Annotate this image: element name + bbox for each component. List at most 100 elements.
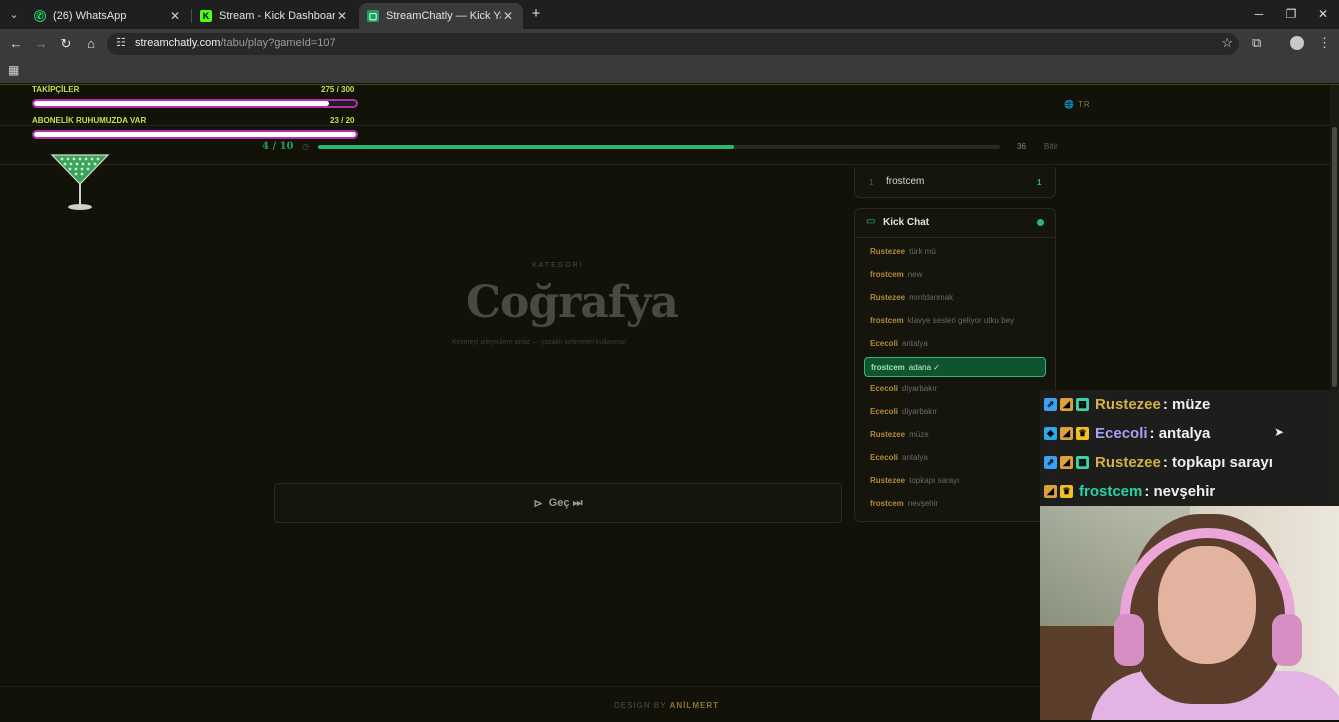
bookmarks-bar: ▦ (0, 59, 1339, 83)
tab-streamchatly[interactable]: ▢ StreamChatly — Kick Yayıncılar ✕ (359, 3, 523, 29)
language-code: TR (1078, 100, 1091, 109)
chat-username[interactable]: frostcem (871, 363, 905, 372)
followers-goal-fill (34, 101, 330, 106)
moderator-badge-icon: ⇗ (1044, 397, 1057, 411)
tab-kick-dashboard[interactable]: K Stream - Kick Dashboard ✕ (192, 3, 357, 29)
chat-username[interactable]: Rustezee (870, 430, 905, 439)
chat-username[interactable]: Ececoli (870, 407, 898, 416)
chat-message: Ececoli antalya (864, 334, 1046, 354)
subs-goal-label: ABONELİK RUHUMUZDA VAR (32, 116, 147, 125)
chat-username[interactable]: Ececoli (870, 339, 898, 348)
tab-title: (26) WhatsApp (53, 10, 127, 22)
restore-icon[interactable]: ❐ (1276, 4, 1306, 24)
chat-username[interactable]: frostcem (870, 316, 904, 325)
chat-message: Rustezee müze (864, 425, 1046, 445)
webcam-headset-cup-left (1114, 614, 1144, 666)
chat-username[interactable]: Rustezee (870, 476, 905, 485)
followers-goal-label: TAKİPÇİLER (32, 85, 80, 94)
site-settings-icon[interactable]: ☷ (116, 36, 126, 49)
overlay-chat-message: ⇗ ◢ ▦ Rustezee: topkapı sarayı (1044, 449, 1273, 475)
url-path: /tabu/play?gameId=107 (220, 37, 336, 49)
stream-overlay-chat: ⇗ ◢ ▦ Rustezee: müze ◆ ◢ ♛ Ececoli: antalya ⇗ ◢ ▦ R… (1040, 390, 1339, 506)
close-tab-icon[interactable]: ✕ (168, 9, 182, 23)
chat-username[interactable]: Rustezee (870, 293, 905, 302)
live-status-dot (1037, 219, 1044, 226)
skip-button[interactable]: ⊳ Geç ⏭ (274, 483, 842, 523)
chat-text: türk mü (909, 247, 936, 256)
subs-goal-bar (32, 130, 358, 139)
browser-menu-icon[interactable]: ⋮ (1318, 35, 1331, 51)
footer-author[interactable]: ANİLMERT (670, 701, 719, 710)
overlay-chat-username: frostcem (1079, 482, 1143, 500)
chat-message: Ececoli diyarbakır (864, 379, 1046, 399)
overlay-chat-message: ◢ ♛ frostcem: nevşehir (1044, 478, 1215, 504)
chat-username[interactable]: Rustezee (870, 247, 905, 256)
chat-message: Rustezee topkapı sarayı (864, 471, 1046, 491)
bookmark-star-icon[interactable]: ☆ (1221, 35, 1233, 51)
finish-button[interactable]: Bitir (1044, 142, 1058, 151)
tab-whatsapp[interactable]: ✆ (26) WhatsApp ✕ (26, 3, 190, 29)
chat-username[interactable]: Ececoli (870, 453, 898, 462)
close-window-icon[interactable]: ✕ (1308, 4, 1338, 24)
tab-title: Stream - Kick Dashboard (219, 10, 335, 22)
overlay-chat-text: : antalya (1149, 424, 1211, 442)
scrollbar-thumb[interactable] (1332, 127, 1337, 387)
chat-text: adana ✓ (908, 362, 940, 372)
chat-text: new (907, 269, 923, 279)
chat-text: diyarbakır (902, 384, 938, 394)
address-bar[interactable]: ☷ streamchatly.com/tabu/play?gameId=107 … (107, 33, 1239, 55)
streamchatly-icon: ▢ (367, 10, 379, 22)
crown-badge-icon: ♛ (1076, 426, 1089, 440)
timer-value: 36 (1017, 142, 1026, 151)
leaderboard-score: 1 (1037, 178, 1042, 187)
leaderboard-rank: 1 (869, 178, 874, 187)
followers-goal: TAKİPÇİLER 275 / 300 (32, 85, 360, 113)
chat-text: topkapı sarayı (909, 476, 960, 485)
chat-username[interactable]: frostcem (870, 499, 904, 508)
footer-credit: DESIGN BY ANİLMERT (614, 701, 719, 710)
sub-badge-icon: ◢ (1060, 426, 1073, 440)
chat-text: antalya (902, 453, 928, 463)
category-label: KATEGORİ (532, 262, 584, 269)
leaderboard-row: 1 frostcem 1 (854, 167, 1056, 198)
apps-grid-icon[interactable]: ▦ (8, 63, 19, 77)
supporter-badge-icon: ▦ (1076, 455, 1089, 469)
sub-badge-icon: ◢ (1060, 455, 1073, 469)
overlay-chat-text: : topkapı sarayı (1162, 453, 1273, 471)
overlay-chat-text: : müze (1162, 395, 1211, 413)
minimize-icon[interactable]: ─ (1244, 4, 1274, 24)
url-text: streamchatly.com/tabu/play?gameId=107 (135, 37, 336, 49)
back-arrow-icon[interactable]: ← (7, 35, 25, 53)
overlay-chat-username: Ececoli (1095, 424, 1148, 442)
home-icon[interactable]: ⌂ (82, 35, 100, 53)
reload-icon[interactable]: ↻ (57, 35, 75, 53)
mouse-cursor-icon: ➤ (1274, 425, 1285, 439)
extensions-puzzle-icon[interactable]: ⧉ (1252, 35, 1261, 51)
close-tab-icon[interactable]: ✕ (501, 9, 515, 23)
followers-goal-value: 275 / 300 (321, 85, 355, 94)
category-title: Coğrafya (466, 277, 679, 328)
chat-text: müze (909, 430, 929, 440)
close-tab-icon[interactable]: ✕ (335, 9, 349, 23)
profile-avatar[interactable] (1290, 36, 1304, 50)
browser-toolbar: ← → ↻ ⌂ ☷ streamchatly.com/tabu/play?gam… (0, 29, 1339, 59)
streamer-webcam (1040, 506, 1339, 720)
forward-arrow-icon[interactable]: → (32, 35, 50, 53)
chat-message: Ececoli antalya (864, 448, 1046, 468)
webcam-headset-cup-right (1272, 614, 1302, 666)
chat-username[interactable]: Ececoli (870, 384, 898, 393)
followers-goal-bar (32, 99, 358, 108)
chat-username[interactable]: frostcem (870, 270, 904, 279)
chat-text: antalya (902, 338, 928, 348)
kick-icon: K (200, 10, 212, 22)
moderator-badge-icon: ⇗ (1044, 455, 1057, 469)
new-tab-button[interactable]: + (528, 5, 544, 23)
crown-badge-icon: ♛ (1060, 484, 1073, 498)
chat-text: nevşehir (907, 498, 939, 508)
tab-search-chevron-icon[interactable]: ⌄ (6, 7, 22, 23)
language-switch[interactable]: 🌐 TR (1064, 100, 1091, 109)
supporter-badge-icon: ▦ (1076, 397, 1089, 411)
subs-goal: ABONELİK RUHUMUZDA VAR 23 / 20 (32, 116, 360, 144)
skip-label: Geç ⏭ (548, 496, 583, 509)
overlay-chat-text: : nevşehir (1144, 482, 1216, 500)
